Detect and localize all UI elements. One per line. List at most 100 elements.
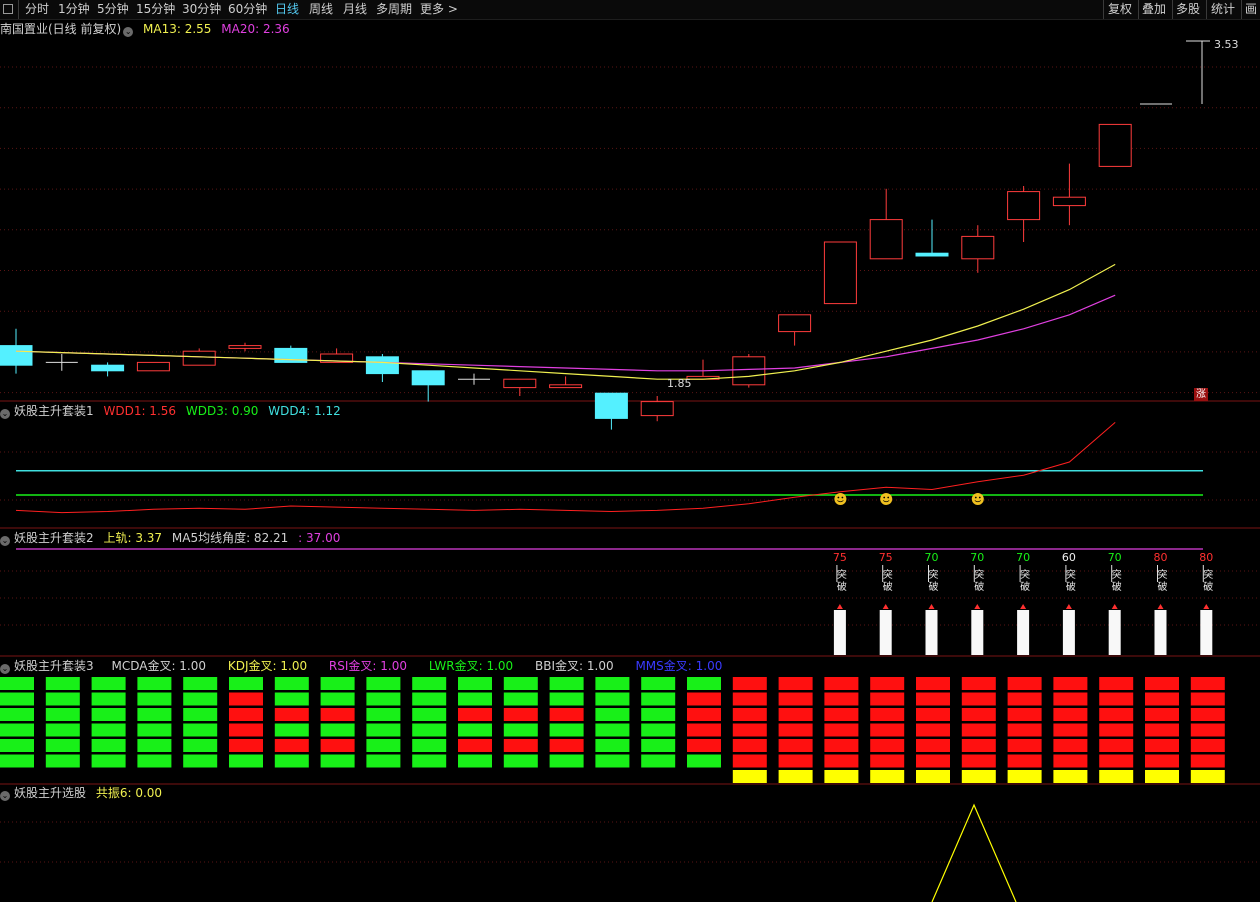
resonance-block [91,723,126,737]
resonance-block [137,754,172,768]
signal-bar [1062,610,1075,655]
candle-body [503,378,537,389]
resonance-block [824,754,859,768]
candle-body [1007,191,1041,221]
resonance-block [687,754,721,768]
signal-text: 破 [1112,580,1122,593]
candle-body [1098,123,1132,167]
resonance-block [870,708,905,721]
resonance-block [687,692,721,706]
resonance-block [1007,692,1042,706]
signal-arrow [928,604,935,609]
stock-chart-canvas[interactable]: 75 突破 75 突破 70 突破 70 突破 70 突破 60 突破 70 突破 80 突破 80 突破 [0,0,1260,902]
signal-text: 破 [974,580,984,593]
resonance-block [1190,677,1225,690]
resonance-block [1099,677,1134,690]
resonance-block [870,754,905,768]
candle-body [91,364,125,372]
smiley-icon [971,493,984,505]
signal-text: 突 [883,568,893,581]
resonance-block [1190,754,1225,768]
candle-body [0,345,33,366]
signal-text: 突 [1066,568,1076,581]
resonance-block [229,723,263,737]
candle-body [823,241,857,305]
resonance-block [1053,723,1088,737]
resonance-block [687,677,721,690]
resonance-block [412,677,447,690]
resonance-block [1053,708,1088,721]
resonance-block [641,754,676,768]
resonance-block [1099,692,1134,706]
resonance-block [778,739,813,752]
candle-body [1052,196,1086,207]
smiley-icon [834,493,847,505]
signal-arrow [836,604,843,609]
resonance-block [0,723,34,737]
resonance-block [961,754,996,768]
resonance-block [549,739,584,752]
signal-text: 破 [1158,580,1168,593]
resonance-block [366,708,401,721]
candle-body [869,219,903,260]
resonance-block [458,739,492,752]
signal-text: 突 [974,568,984,581]
resonance-block [137,723,172,737]
resonance-block [1007,723,1042,737]
resonance-block [274,692,309,706]
resonance-block [458,723,492,737]
resonance-block [824,677,859,690]
resonance-block [412,739,447,752]
resonance-block [412,708,447,721]
resonance-block [824,739,859,752]
resonance-block [778,770,813,783]
resonance-block [870,739,905,752]
resonance-block [595,692,630,706]
resonance-block [412,692,447,706]
resonance-block [183,739,218,752]
resonance-block [45,677,80,690]
signal-text: 破 [883,580,893,593]
resonance-block [1053,739,1088,752]
resonance-block [549,677,584,690]
signal-text: 破 [929,580,939,593]
resonance-block [45,723,80,737]
signal-bar [879,610,892,655]
resonance-block [458,677,492,690]
resonance-block [1007,770,1042,783]
resonance-block [641,677,676,690]
smiley-icon [880,493,893,505]
resonance-block [1190,723,1225,737]
resonance-block [1099,739,1134,752]
resonance-block [458,754,492,768]
resonance-block [641,723,676,737]
resonance-block [778,692,813,706]
resonance-block [1190,708,1225,721]
resonance-block [687,708,721,721]
resonance-block [137,692,172,706]
resonance-block [824,723,859,737]
resonance-block [91,692,126,706]
ma20-line [15,294,1116,372]
resonance-block [961,677,996,690]
candle-body [778,314,812,333]
resonance-block [1190,692,1225,706]
resonance-block [1145,723,1179,737]
resonance-block [824,708,859,721]
resonance-block [274,723,309,737]
resonance-block [366,677,401,690]
signal-text: 破 [837,580,847,593]
resonance-block [870,677,905,690]
resonance-block [91,739,126,752]
resonance-block [916,692,950,706]
resonance-block [274,677,309,690]
resonance-block [824,692,859,706]
candle-body [365,356,399,375]
resonance-block [961,723,996,737]
resonance-block [91,754,126,768]
resonance-block [1053,770,1088,783]
signal-text: 突 [929,568,939,581]
signal-value: 75 [879,551,893,564]
candle-body [411,370,445,386]
resonance-block [458,708,492,721]
